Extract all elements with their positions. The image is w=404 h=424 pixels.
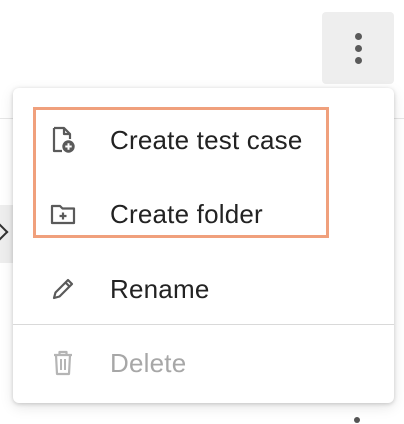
menu-divider: [13, 324, 394, 325]
menu-item-label: Create test case: [110, 124, 303, 155]
file-plus-icon: [49, 126, 77, 154]
menu-item-label: Rename: [110, 273, 210, 304]
menu-item-create-folder[interactable]: Create folder: [13, 184, 394, 244]
trash-icon: [49, 349, 77, 377]
kebab-vertical-icon: [354, 32, 362, 64]
folder-plus-icon: [49, 200, 77, 228]
more-actions-button[interactable]: [322, 12, 394, 84]
menu-item-label: Delete: [110, 347, 187, 378]
context-menu: Create test case Create folder Rename De…: [13, 88, 394, 403]
pencil-icon: [49, 275, 77, 303]
menu-item-delete[interactable]: Delete: [13, 333, 394, 393]
menu-item-create-test-case[interactable]: Create test case: [13, 110, 394, 170]
menu-item-rename[interactable]: Rename: [13, 259, 394, 319]
menu-item-label: Create folder: [110, 198, 263, 229]
background-chevron-icon: [0, 222, 12, 246]
background-kebab-icon-fragment: [354, 417, 360, 423]
